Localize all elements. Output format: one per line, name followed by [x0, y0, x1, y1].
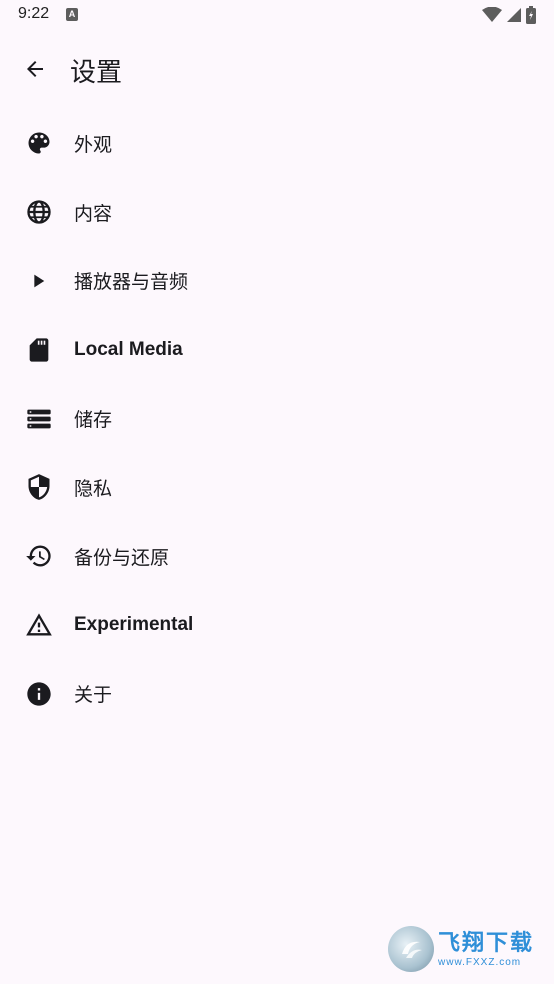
menu-item-about[interactable]: 关于 — [0, 659, 554, 728]
menu-item-appearance[interactable]: 外观 — [0, 109, 554, 178]
menu-item-content[interactable]: 内容 — [0, 178, 554, 247]
arrow-back-icon — [27, 61, 43, 77]
menu-item-backup-restore[interactable]: 备份与还原 — [0, 522, 554, 591]
info-icon — [24, 679, 54, 709]
storage-icon — [24, 404, 54, 434]
history-icon — [24, 541, 54, 571]
wifi-icon — [482, 7, 502, 22]
shield-icon — [24, 472, 54, 502]
status-bar: 9:22 A — [0, 0, 554, 32]
menu-item-label: 储存 — [74, 409, 113, 432]
menu-item-local-media[interactable]: Local Media — [0, 315, 554, 384]
menu-item-label: Experimental — [74, 613, 194, 635]
menu-item-label: 外观 — [74, 133, 113, 156]
menu-item-label: 播放器与音频 — [74, 271, 189, 294]
settings-menu: 外观 内容 播放器与音频 Local Media 储存 隐私 备份与还原 Exp… — [0, 109, 554, 728]
menu-item-experimental[interactable]: Experimental — [0, 591, 554, 660]
menu-item-label: 内容 — [74, 202, 113, 225]
notification-icon: A — [66, 8, 78, 21]
palette-icon — [24, 128, 54, 158]
menu-item-privacy[interactable]: 隐私 — [0, 453, 554, 522]
menu-item-label: 关于 — [74, 684, 113, 707]
watermark-text: 飞翔下载 www.FXXZ.com — [438, 931, 534, 968]
menu-item-player-audio[interactable]: 播放器与音频 — [0, 247, 554, 316]
globe-icon — [24, 197, 54, 227]
menu-item-label: 备份与还原 — [74, 546, 170, 569]
menu-item-label: 隐私 — [74, 477, 113, 500]
battery-icon — [526, 6, 536, 24]
watermark-logo-icon — [388, 926, 434, 972]
warning-icon — [24, 610, 54, 640]
app-bar: 设置 — [0, 40, 554, 100]
status-time: 9:22 — [18, 5, 50, 22]
sd-card-icon — [24, 335, 54, 365]
watermark-url: www.FXXZ.com — [438, 956, 522, 968]
watermark-title: 飞翔下载 — [438, 930, 535, 956]
status-icons — [482, 6, 536, 24]
watermark: 飞翔下载 www.FXXZ.com — [388, 924, 544, 974]
menu-item-storage[interactable]: 储存 — [0, 384, 554, 453]
signal-icon — [507, 8, 521, 22]
menu-item-label: Local Media — [74, 338, 183, 360]
page-title: 设置 — [70, 58, 123, 88]
play-icon — [24, 266, 54, 296]
back-button[interactable] — [14, 48, 56, 90]
